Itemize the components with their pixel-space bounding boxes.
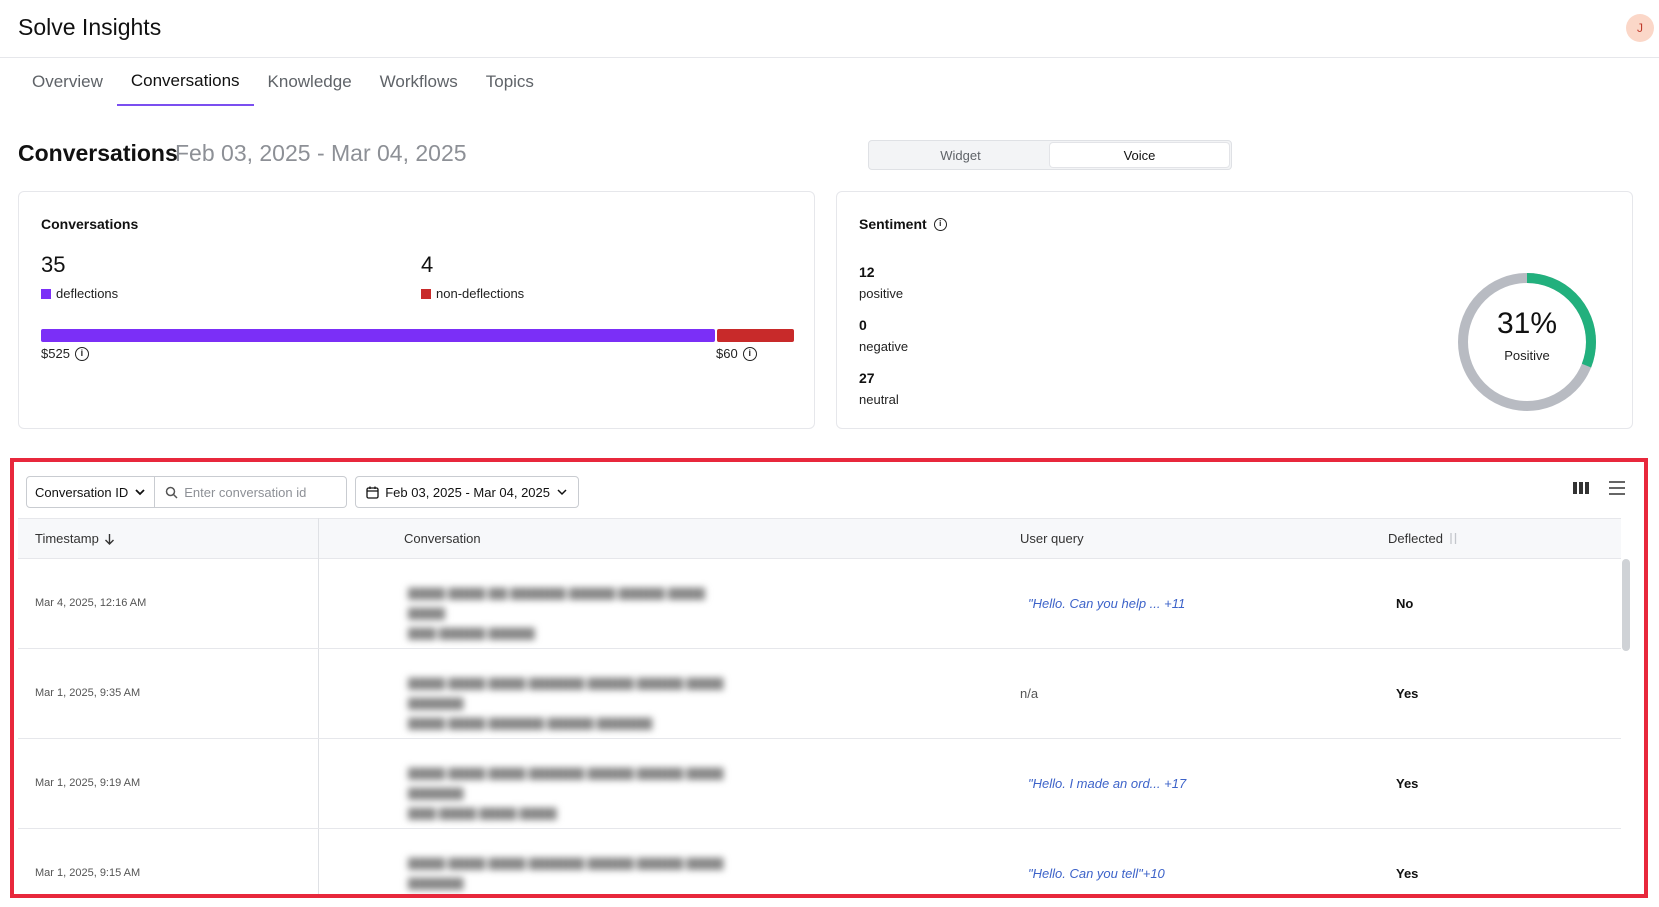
app-title: Solve Insights bbox=[18, 14, 162, 40]
field-select[interactable]: Conversation ID bbox=[26, 476, 156, 508]
non-deflection-bar-fill bbox=[717, 329, 794, 342]
row-user-query: n/a bbox=[1020, 686, 1039, 701]
table-row[interactable]: Mar 1, 2025, 9:35 AM ▇▇▇▇ ▇▇▇▇ ▇▇▇▇ ▇▇▇▇… bbox=[18, 649, 1621, 739]
page-date-range: Feb 03, 2025 - Mar 04, 2025 bbox=[175, 140, 467, 166]
positive-label: positive bbox=[859, 286, 904, 301]
row-user-query[interactable]: "Hello. Can you tell"+10 bbox=[1028, 866, 1165, 881]
conversations-card-title: Conversations bbox=[41, 216, 139, 232]
non-deflections-count: 4 bbox=[421, 252, 434, 277]
donut-percent: 31% bbox=[1496, 307, 1558, 340]
row-conversation-preview: ▇▇▇▇ ▇▇▇▇ ▇▇▇▇ ▇▇▇▇▇▇ ▇▇▇▇▇ ▇▇▇▇▇ ▇▇▇▇ ▇▇… bbox=[408, 766, 724, 820]
row-timestamp: Mar 1, 2025, 9:15 AM bbox=[35, 867, 141, 879]
conversation-header-label: Conversation bbox=[404, 531, 481, 546]
deflections-legend: deflections bbox=[41, 286, 118, 301]
deflections-swatch bbox=[41, 288, 51, 299]
info-icon[interactable]: i bbox=[742, 346, 757, 361]
non-deflections-amount: $60 i bbox=[716, 346, 757, 361]
non-deflections-swatch bbox=[421, 288, 431, 299]
neutral-label: neutral bbox=[859, 392, 899, 407]
deflections-label: deflections bbox=[56, 286, 119, 301]
filter-row: Conversation ID Feb 03, 2025 - Mar 04, 2… bbox=[26, 476, 579, 508]
tab-workflows[interactable]: Workflows bbox=[366, 58, 472, 106]
deflections-amount: $525 i bbox=[41, 346, 89, 361]
avatar[interactable]: J bbox=[1626, 14, 1654, 42]
deflection-bar bbox=[41, 329, 794, 342]
non-deflections-label: non-deflections bbox=[436, 286, 525, 301]
sentiment-title-text: Sentiment bbox=[859, 216, 927, 232]
row-timestamp: Mar 1, 2025, 9:35 AM bbox=[35, 687, 141, 699]
non-deflections-legend: non-deflections bbox=[421, 286, 524, 301]
sentiment-donut bbox=[1458, 273, 1596, 411]
table-row[interactable]: Mar 1, 2025, 9:19 AM ▇▇▇▇ ▇▇▇▇ ▇▇▇▇ ▇▇▇▇… bbox=[18, 739, 1621, 829]
table-tools bbox=[1572, 480, 1626, 496]
column-header-conversation[interactable]: Conversation bbox=[404, 531, 481, 546]
density-icon[interactable] bbox=[1608, 480, 1626, 496]
table-row[interactable]: Mar 4, 2025, 12:16 AM ▇▇▇▇ ▇▇▇▇ ▇▇ ▇▇▇▇▇… bbox=[18, 559, 1621, 649]
nav-tabs: Overview Conversations Knowledge Workflo… bbox=[18, 58, 548, 106]
table-scrollbar[interactable] bbox=[1622, 559, 1630, 651]
table-row[interactable]: Mar 1, 2025, 9:15 AM ▇▇▇▇ ▇▇▇▇ ▇▇▇▇ ▇▇▇▇… bbox=[18, 829, 1621, 894]
deflection-bar-fill bbox=[41, 329, 715, 342]
sort-icon bbox=[1450, 533, 1457, 544]
row-user-query[interactable]: "Hello. Can you help ... +11 bbox=[1028, 596, 1185, 611]
timestamp-header-label: Timestamp bbox=[35, 531, 99, 546]
row-deflected: Yes bbox=[1396, 866, 1419, 881]
table-header: Timestamp Conversation User query Deflec… bbox=[18, 518, 1621, 559]
row-deflected: No bbox=[1396, 596, 1414, 611]
channel-toggle: Widget Voice bbox=[868, 140, 1232, 170]
toggle-voice-button[interactable]: Voice bbox=[1050, 143, 1229, 167]
user-query-header-label: User query bbox=[1020, 531, 1084, 546]
row-deflected: Yes bbox=[1396, 686, 1419, 701]
calendar-icon bbox=[366, 486, 379, 499]
search-box bbox=[155, 476, 348, 508]
row-timestamp: Mar 4, 2025, 12:16 AM bbox=[35, 597, 147, 609]
row-deflected: Yes bbox=[1396, 776, 1419, 791]
search-icon bbox=[165, 486, 178, 499]
tab-conversations[interactable]: Conversations bbox=[116, 58, 254, 106]
toggle-widget-button[interactable]: Widget bbox=[871, 143, 1050, 167]
positive-count: 12 bbox=[859, 264, 875, 280]
page-title: Conversations bbox=[18, 140, 178, 166]
date-range-picker[interactable]: Feb 03, 2025 - Mar 04, 2025 bbox=[355, 476, 579, 508]
neutral-count: 27 bbox=[859, 370, 875, 386]
deflections-amount-value: $525 bbox=[41, 346, 70, 361]
sentiment-card: Sentiment i 12 positive 0 negative 27 ne… bbox=[836, 191, 1633, 429]
non-deflections-amount-value: $60 bbox=[716, 346, 738, 361]
columns-icon[interactable] bbox=[1572, 480, 1590, 496]
info-icon[interactable]: i bbox=[74, 346, 89, 361]
chevron-down-icon bbox=[557, 489, 567, 496]
row-conversation-preview: ▇▇▇▇ ▇▇▇▇ ▇▇▇▇ ▇▇▇▇▇▇ ▇▇▇▇▇ ▇▇▇▇▇ ▇▇▇▇ ▇▇… bbox=[408, 676, 724, 730]
date-range-value: Feb 03, 2025 - Mar 04, 2025 bbox=[385, 484, 550, 500]
sentiment-card-title: Sentiment i bbox=[859, 216, 947, 232]
column-header-deflected[interactable]: Deflected bbox=[1388, 531, 1459, 546]
field-select-value: Conversation ID bbox=[35, 484, 129, 500]
deflections-count: 35 bbox=[41, 252, 66, 277]
search-input[interactable] bbox=[184, 484, 335, 500]
conversations-card: Conversations 35 deflections 4 non-defle… bbox=[18, 191, 815, 429]
negative-count: 0 bbox=[859, 317, 867, 333]
conversations-table-section: Conversation ID Feb 03, 2025 - Mar 04, 2… bbox=[10, 458, 1648, 898]
tab-topics[interactable]: Topics bbox=[472, 58, 548, 106]
row-user-query[interactable]: "Hello. I made an ord... +17 bbox=[1028, 776, 1186, 791]
column-header-user-query[interactable]: User query bbox=[1020, 531, 1084, 546]
arrow-down-icon bbox=[104, 533, 114, 545]
column-header-timestamp[interactable]: Timestamp bbox=[35, 531, 115, 546]
negative-label: negative bbox=[859, 339, 909, 354]
top-bar: Solve Insights J bbox=[0, 0, 1659, 58]
donut-label: Positive bbox=[1504, 348, 1550, 363]
info-icon[interactable]: i bbox=[933, 217, 947, 231]
deflected-header-label: Deflected bbox=[1388, 531, 1443, 546]
row-conversation-preview: ▇▇▇▇ ▇▇▇▇ ▇▇ ▇▇▇▇▇▇ ▇▇▇▇▇ ▇▇▇▇▇ ▇▇▇▇ ▇▇▇▇… bbox=[408, 586, 705, 640]
chevron-down-icon bbox=[135, 489, 145, 496]
tab-overview[interactable]: Overview bbox=[18, 58, 117, 106]
row-conversation-preview: ▇▇▇▇ ▇▇▇▇ ▇▇▇▇ ▇▇▇▇▇▇ ▇▇▇▇▇ ▇▇▇▇▇ ▇▇▇▇ ▇▇… bbox=[408, 856, 724, 890]
row-timestamp: Mar 1, 2025, 9:19 AM bbox=[35, 777, 141, 789]
tab-knowledge[interactable]: Knowledge bbox=[254, 58, 366, 106]
